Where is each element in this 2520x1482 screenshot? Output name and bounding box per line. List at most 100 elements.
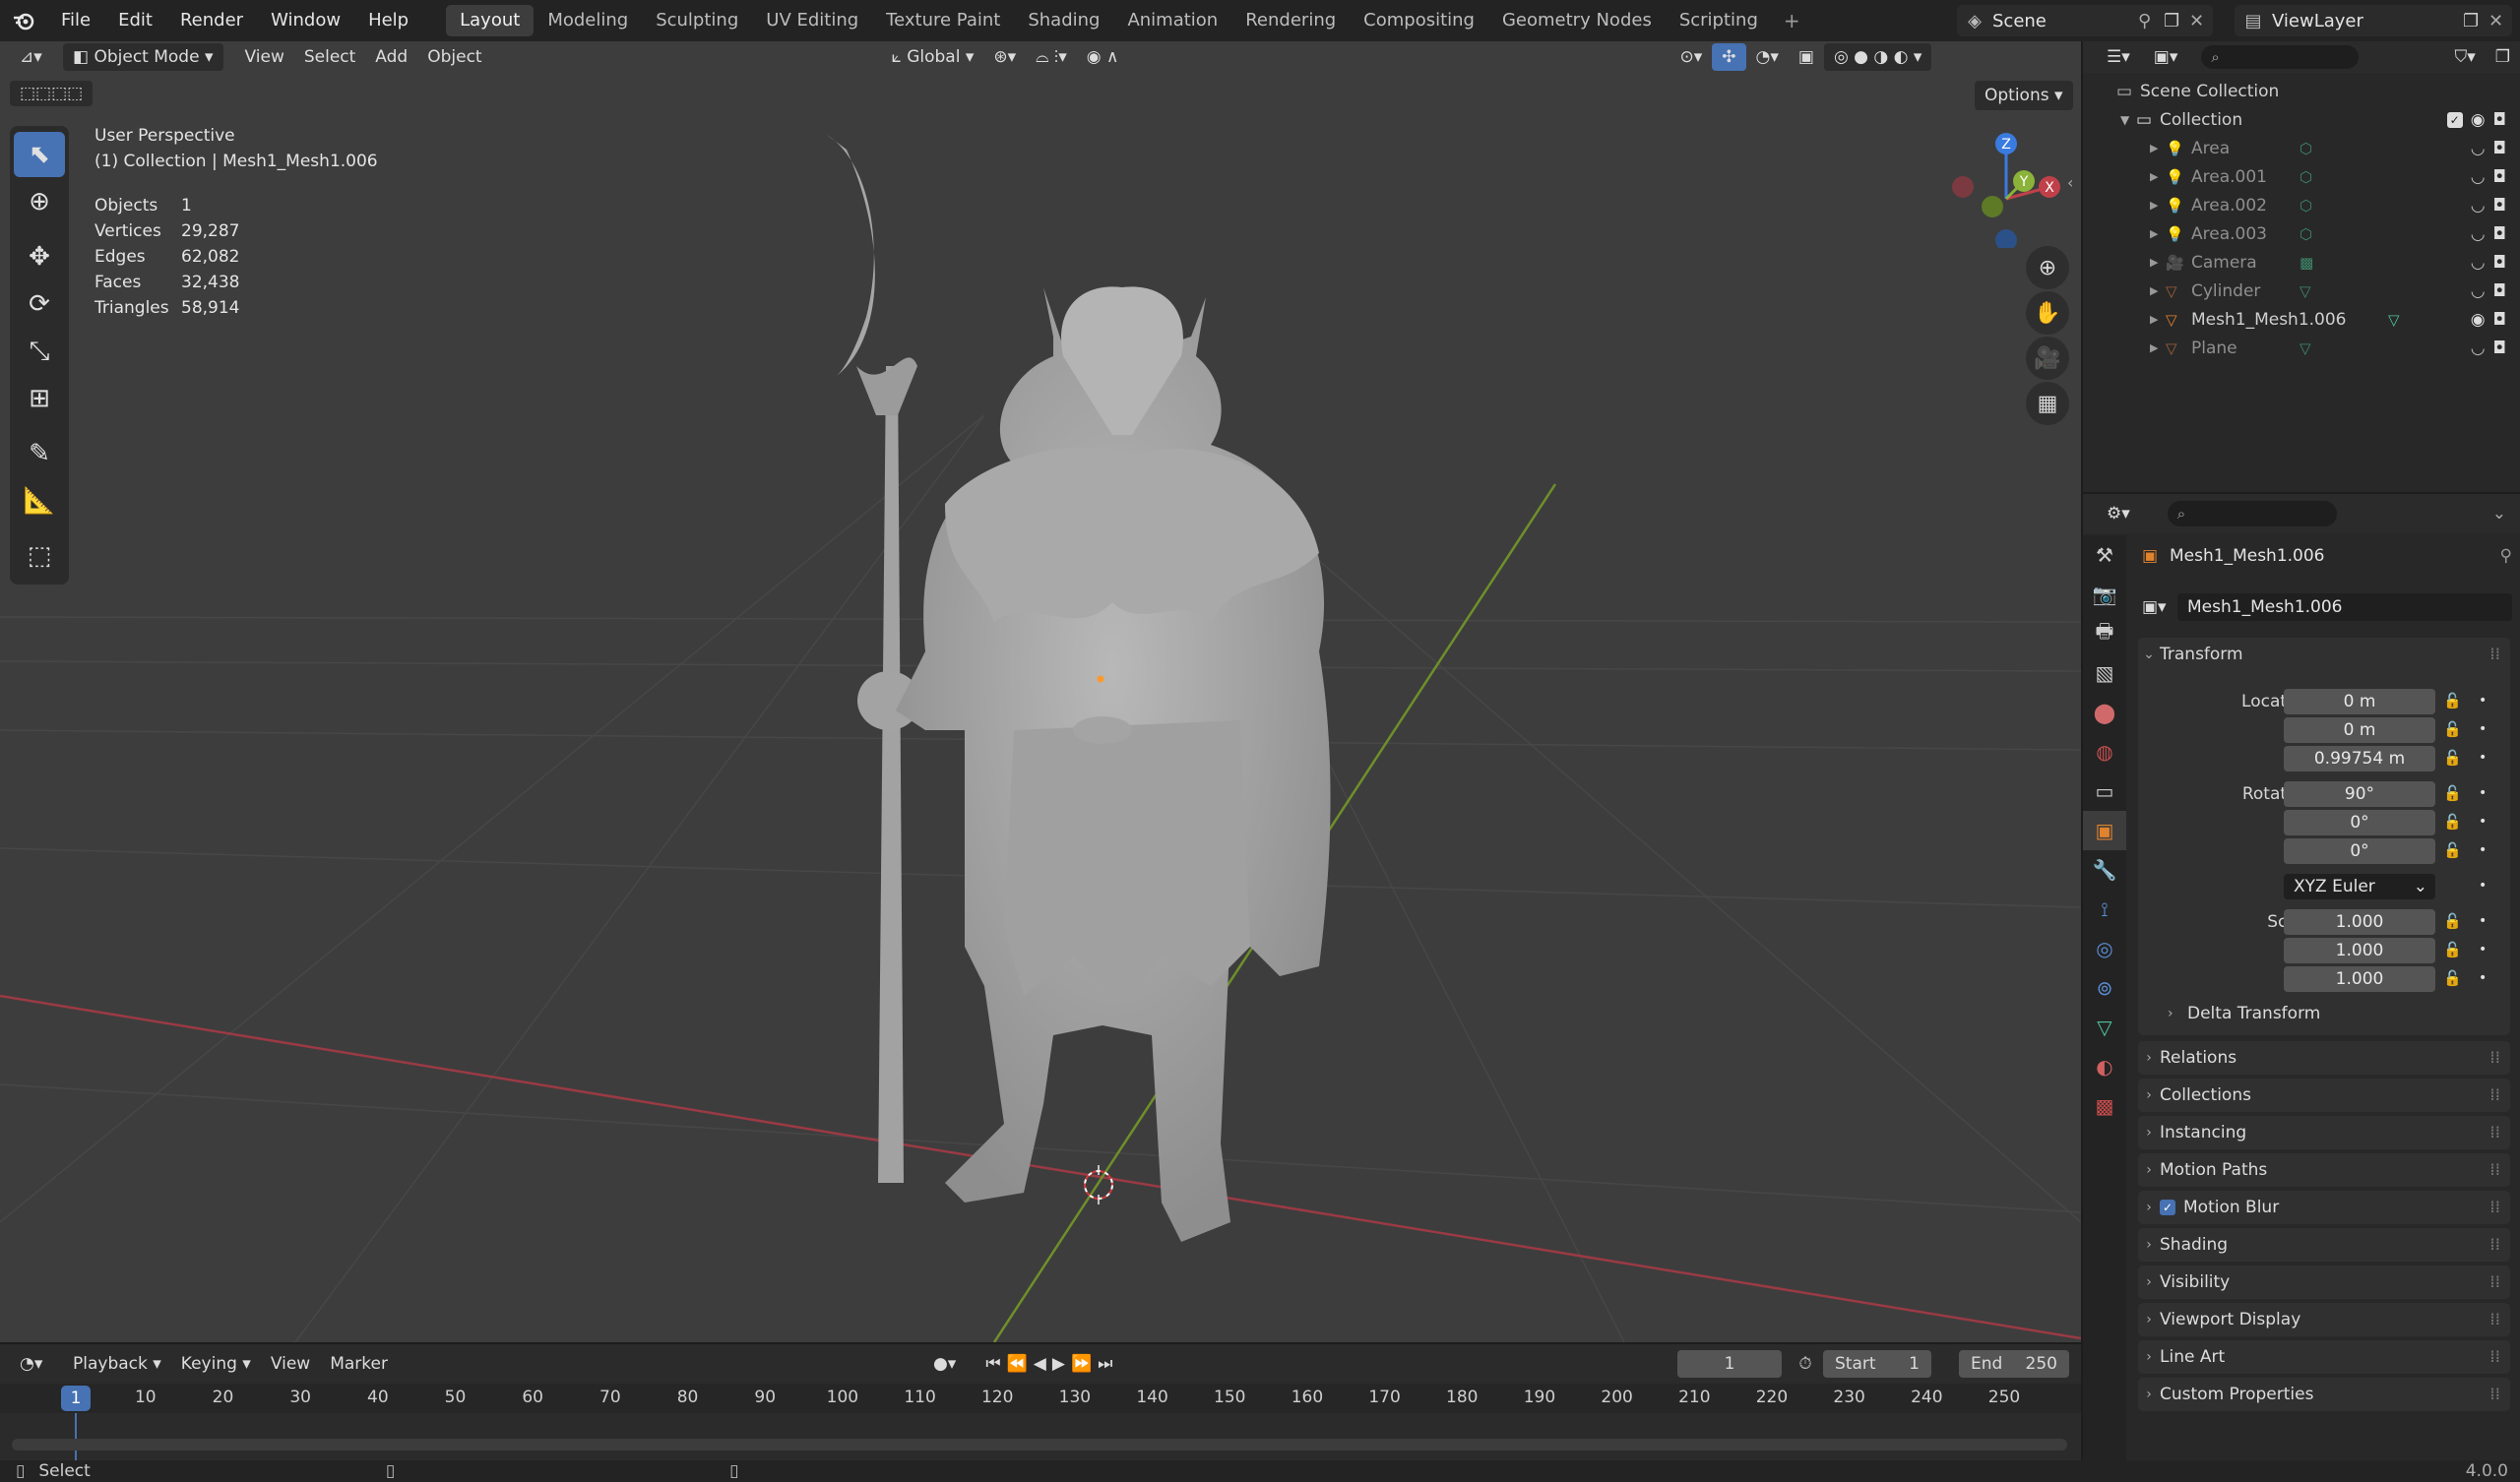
sidebar-toggle-icon[interactable]: ‹ [2067,173,2073,192]
outliner-item[interactable]: ▶ 💡 Area ⬡ ◡ ◘ [2083,134,2520,162]
transform-value-field[interactable]: 90° [2284,781,2435,807]
current-frame-field[interactable]: 1 [1677,1350,1782,1378]
timeline-scrollbar[interactable] [12,1439,2067,1451]
tab-rendering[interactable]: Rendering [1231,5,1350,36]
lock-icon[interactable]: 🔓 [2443,841,2462,859]
stopwatch-icon[interactable]: ⏱ [1792,1350,1819,1378]
material-tab-icon[interactable]: ◐ [2083,1047,2126,1086]
properties-section-header[interactable]: › ✓ Motion Blur ⁞⁞ [2138,1191,2510,1224]
expand-icon[interactable]: ▶ [2150,199,2166,212]
outliner-item[interactable]: ▶ ▽ Cylinder ▽ ◡ ◘ [2083,277,2520,305]
measure-tool-icon[interactable]: 📐 [14,478,65,524]
properties-section-header[interactable]: › Visibility ⁞⁞ [2138,1266,2510,1299]
select-box-icon[interactable]: ⬉ [14,132,65,177]
drag-handle-icon[interactable]: ⁞⁞ [2489,1198,2500,1217]
tab-layout[interactable]: Layout [446,5,535,36]
tab-texture-paint[interactable]: Texture Paint [872,5,1014,36]
rotation-mode-dropdown[interactable]: XYZ Euler ⌄ [2284,874,2435,899]
expand-icon[interactable]: ▶ [2150,284,2166,297]
keyframe-dot-icon[interactable]: • [2479,942,2487,957]
particles-tab-icon[interactable]: ⟟ [2083,890,2126,929]
transform-value-field[interactable]: 0 m [2284,717,2435,743]
drag-handle-icon[interactable]: ⁞⁞ [2489,1310,2500,1329]
selection-mode-icons[interactable]: ⬚⬚⬚⬚ [10,81,94,106]
record-icon[interactable]: ●▾ [923,1350,966,1378]
proportional-edit-icon[interactable]: ◉ ∧ [1077,43,1129,71]
properties-section-header[interactable]: › Viewport Display ⁞⁞ [2138,1303,2510,1336]
transform-value-field[interactable]: 0° [2284,838,2435,864]
mesh-data-icon[interactable]: ▽ [2300,340,2311,357]
lock-icon[interactable]: 🔓 [2443,784,2462,802]
options-chevron-icon[interactable]: ⌄ [2492,504,2506,524]
physics-tab-icon[interactable]: ◎ [2083,929,2126,968]
hidden-eye-icon[interactable]: ◡ [2471,224,2486,244]
visibility-eye-icon[interactable]: ◉ [2471,110,2486,130]
start-frame-field[interactable]: Start 1 [1823,1350,1931,1378]
xray-icon[interactable]: ▣ [1789,43,1824,71]
outliner-item[interactable]: ▶ 💡 Area.001 ⬡ ◡ ◘ [2083,162,2520,191]
light-data-icon[interactable]: ⬡ [2300,140,2312,157]
cursor-tool-icon[interactable]: ⊕ [14,179,65,224]
keyframe-dot-icon[interactable]: • [2479,814,2487,830]
properties-section-header[interactable]: › Instancing ⁞⁞ [2138,1116,2510,1149]
render-camera-icon[interactable]: ◘ [2493,167,2506,187]
scene-selector[interactable]: ◈ Scene ⚲ ❐ ✕ [1957,5,2213,36]
lock-icon[interactable]: 🔓 [2443,941,2462,958]
filter-icon[interactable]: ⛉▾ [2444,43,2485,71]
mode-dropdown[interactable]: ◧ Object Mode ▾ [63,43,223,71]
menu-select[interactable]: Select [294,43,365,71]
object-browse-icon[interactable]: ▣▾ [2142,597,2177,617]
expand-icon[interactable]: ▶ [2150,256,2166,269]
properties-section-header[interactable]: › Line Art ⁞⁞ [2138,1340,2510,1374]
shading-modes[interactable]: ◎ ● ◑ ◐ ▾ [1823,43,1932,71]
modifier-tab-icon[interactable]: 🔧 [2083,850,2126,890]
lock-icon[interactable]: 🔓 [2443,813,2462,831]
menu-add[interactable]: Add [365,43,417,71]
render-camera-icon[interactable]: ◘ [2493,339,2506,358]
marker-menu[interactable]: Marker [320,1350,398,1378]
display-mode-icon[interactable]: ▣▾ [2144,43,2188,71]
properties-section-header[interactable]: › Custom Properties ⁞⁞ [2138,1378,2510,1411]
outliner-item[interactable]: ▶ ▽ Plane ▽ ◡ ◘ [2083,334,2520,362]
object-name-field[interactable]: Mesh1_Mesh1.006 [2177,593,2512,621]
delta-transform-row[interactable]: › Delta Transform [2168,1004,2320,1023]
output-tab-icon[interactable]: 🖶 [2083,614,2126,653]
light-data-icon[interactable]: ⬡ [2300,225,2312,243]
editor-type-icon[interactable]: ⊿▾ [10,43,55,71]
drag-handle-icon[interactable]: ⁞⁞ [2489,1160,2500,1180]
expand-icon[interactable]: ▶ [2150,170,2166,183]
close-icon[interactable]: ✕ [2488,11,2512,31]
scene-collection-row[interactable]: ▭ Scene Collection [2083,77,2520,105]
properties-section-header[interactable]: › Motion Paths ⁞⁞ [2138,1153,2510,1187]
blender-logo-icon[interactable] [0,0,47,41]
keyframe-dot-icon[interactable]: • [2479,785,2487,801]
keyframe-dot-icon[interactable]: • [2479,970,2487,986]
pan-hand-icon[interactable]: ✋ [2026,291,2069,335]
properties-editor-icon[interactable]: ⚙▾ [2097,500,2140,527]
outliner-item[interactable]: ▶ 🎥 Camera ▩ ◡ ◘ [2083,248,2520,277]
menu-help[interactable]: Help [354,0,422,41]
outliner-editor-icon[interactable]: ☰▾ [2097,43,2140,71]
add-cube-tool-icon[interactable]: ⬚ [14,533,65,579]
transform-value-field[interactable]: 1.000 [2284,966,2435,992]
view-layer-selector[interactable]: ▤ ViewLayer ❐ ✕ [2235,5,2512,36]
neg-z-axis-icon[interactable] [1995,229,2017,248]
tab-geometry-nodes[interactable]: Geometry Nodes [1488,5,1666,36]
timeline-view-menu[interactable]: View [261,1350,320,1378]
keyframe-dot-icon[interactable]: • [2479,878,2487,894]
view-layer-tab-icon[interactable]: ▧ [2083,653,2126,693]
drag-handle-icon[interactable]: ⁞⁞ [2489,1048,2500,1068]
exclude-checkbox[interactable]: ✓ [2446,111,2463,128]
menu-view[interactable]: View [235,43,294,71]
drag-handle-icon[interactable]: ⁞⁞ [2489,1272,2500,1292]
annotate-tool-icon[interactable]: ✎ [14,431,65,476]
keyframe-dot-icon[interactable]: • [2479,842,2487,858]
orientation-dropdown[interactable]: ⟀ Global ▾ [882,43,984,71]
scale-tool-icon[interactable]: ⤡ [14,329,65,374]
lock-icon[interactable]: 🔓 [2443,749,2462,767]
properties-search-input[interactable]: ⌕ [2167,501,2337,526]
data-tab-icon[interactable]: ▽ [2083,1008,2126,1047]
expand-icon[interactable]: ▶ [2150,313,2166,326]
scene-tab-icon[interactable]: ⬤ [2083,693,2126,732]
keyframe-dot-icon[interactable]: • [2479,693,2487,709]
